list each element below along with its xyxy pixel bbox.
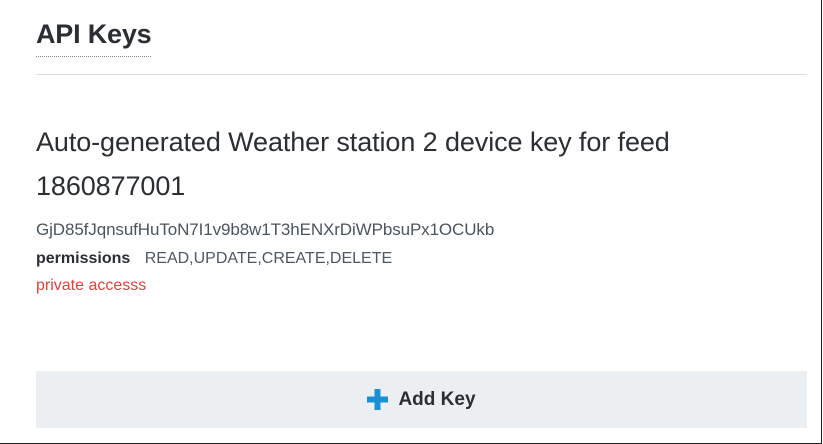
api-keys-panel: API Keys Auto-generated Weather station … bbox=[0, 0, 822, 444]
add-key-button[interactable]: Add Key bbox=[36, 371, 807, 428]
page-title: API Keys bbox=[36, 18, 152, 57]
access-status: private accesss bbox=[36, 277, 147, 294]
plus-icon bbox=[367, 389, 389, 410]
permissions-values: READ,UPDATE,CREATE,DELETE bbox=[144, 250, 393, 267]
permissions-row: permissions READ,UPDATE,CREATE,DELETE bbox=[36, 250, 807, 268]
add-key-label: Add Key bbox=[398, 388, 476, 410]
key-name: Auto-generated Weather station 2 device … bbox=[36, 127, 670, 201]
key-value[interactable]: GjD85fJqnsufHuToN7I1v9b8w1T3hENXrDiWPbsu… bbox=[36, 220, 807, 240]
panel-header: API Keys bbox=[36, 18, 807, 75]
permissions-label: permissions bbox=[36, 250, 131, 267]
api-key-item: Auto-generated Weather station 2 device … bbox=[36, 120, 807, 295]
